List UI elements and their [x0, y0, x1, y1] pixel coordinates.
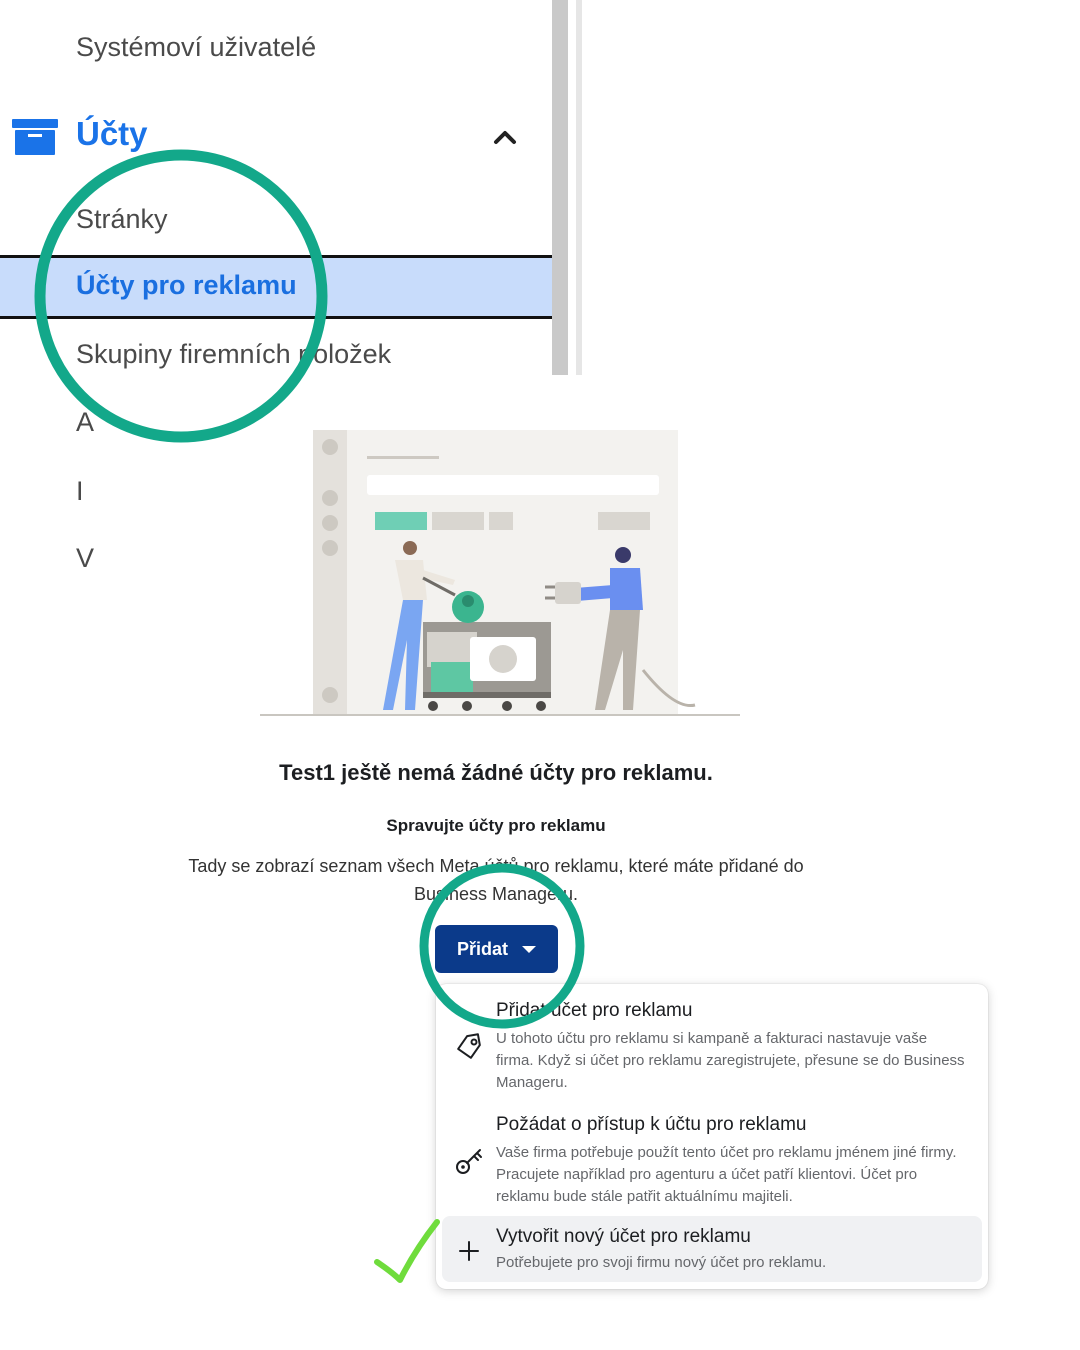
sidebar-item-system-users[interactable]: Systémoví uživatelé	[76, 32, 316, 63]
menu-item-title: Požádat o přístup k účtu pro reklamu	[496, 1114, 807, 1135]
sidebar-divider	[576, 0, 582, 375]
menu-item-description: Potřebujete pro svoji firmu nový účet pr…	[496, 1254, 827, 1271]
plus-icon	[459, 1241, 479, 1261]
chevron-up-icon[interactable]	[490, 124, 520, 148]
menu-item-request-access[interactable]: Požádat o přístup k účtu pro reklamu Vaš…	[442, 1104, 982, 1212]
add-button[interactable]: Přidat	[435, 925, 558, 973]
empty-state-illustration	[260, 430, 740, 716]
tag-icon	[457, 1033, 481, 1059]
description-line-2: Business Manageru.	[413, 884, 579, 904]
add-button-label: Přidat	[456, 938, 508, 959]
key-icon	[456, 1149, 482, 1174]
archive-box-icon	[12, 119, 58, 155]
empty-state-description: Tady se zobrazí seznam všech Meta účtů p…	[160, 852, 832, 908]
menu-item-description: U tohoto účtu pro reklamu si kampaně a f…	[496, 1030, 965, 1091]
sidebar-section-accounts[interactable]: Účty	[76, 115, 148, 153]
caret-down-icon	[522, 945, 536, 953]
checkmark-icon	[374, 1219, 440, 1283]
sidebar-item-truncated[interactable]: A	[76, 407, 94, 438]
sidebar-item-ad-accounts-label: Účty pro reklamu	[76, 270, 297, 300]
sidebar-scrollbar[interactable]	[552, 0, 568, 375]
add-dropdown-menu: Přidat účet pro reklamu U tohoto účtu pr…	[436, 984, 988, 1289]
sidebar-item-truncated[interactable]: I	[76, 476, 84, 507]
menu-item-description: Vaše firma potřebuje použít tento účet p…	[496, 1144, 957, 1205]
menu-item-add-ad-account[interactable]: Přidat účet pro reklamu U tohoto účtu pr…	[442, 990, 982, 1098]
description-line-1: Tady se zobrazí seznam všech Meta účtů p…	[188, 856, 804, 876]
empty-state-title: Test1 ještě nemá žádné účty pro reklamu.	[279, 760, 713, 785]
sidebar-item-truncated[interactable]: V	[76, 543, 94, 574]
menu-item-create-ad-account[interactable]: Vytvořit nový účet pro reklamu Potřebuje…	[442, 1216, 982, 1282]
empty-state-subtitle: Spravujte účty pro reklamu	[386, 816, 606, 835]
menu-item-title: Přidat účet pro reklamu	[496, 1000, 693, 1021]
sidebar-item-business-asset-groups[interactable]: Skupiny firemních položek	[76, 339, 391, 370]
menu-item-title: Vytvořit nový účet pro reklamu	[496, 1226, 751, 1247]
sidebar-item-pages[interactable]: Stránky	[76, 204, 168, 235]
